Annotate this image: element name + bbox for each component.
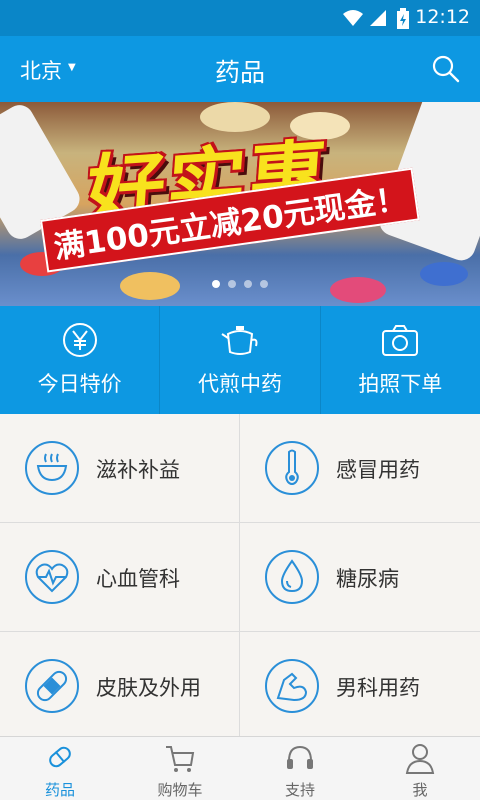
city-label: 北京 xyxy=(20,59,62,83)
category-skin-external[interactable]: 皮肤及外用 xyxy=(0,632,240,741)
quick-action-photo-order[interactable]: 拍照下单 xyxy=(321,306,480,414)
category-cold-medicine[interactable]: 感冒用药 xyxy=(240,414,480,523)
nav-item-medicine[interactable]: 药品 xyxy=(0,737,120,800)
nav-item-cart[interactable]: 购物车 xyxy=(120,737,240,800)
city-selector[interactable]: 北京 ▼ xyxy=(20,55,76,85)
category-grid: 滋补补益 感冒用药 心血管科 糖尿病 皮肤及外用 男科用药 xyxy=(0,414,480,741)
category-label: 男科用药 xyxy=(336,676,420,700)
carousel-dot[interactable] xyxy=(260,280,268,288)
category-label: 心血管科 xyxy=(96,567,180,591)
carousel-dot[interactable] xyxy=(228,280,236,288)
bandage-icon xyxy=(25,659,79,713)
category-mens-health[interactable]: 男科用药 xyxy=(240,632,480,741)
status-bar: 12:12 xyxy=(0,0,480,36)
caret-down-icon: ▼ xyxy=(68,61,76,73)
thermometer-icon xyxy=(265,441,319,495)
category-label: 皮肤及外用 xyxy=(96,676,201,700)
signal-icon xyxy=(370,10,386,26)
carousel-dot[interactable] xyxy=(244,280,252,288)
nav-item-me[interactable]: 我 xyxy=(360,737,480,800)
carousel-dot[interactable] xyxy=(212,280,220,288)
bowl-icon xyxy=(25,441,79,495)
carousel-dots xyxy=(0,280,480,288)
category-label: 滋补补益 xyxy=(96,458,180,482)
heart-pulse-icon xyxy=(25,550,79,604)
category-tonic[interactable]: 滋补补益 xyxy=(0,414,240,523)
quick-action-label: 代煎中药 xyxy=(197,372,282,396)
category-diabetes[interactable]: 糖尿病 xyxy=(240,523,480,632)
bottom-nav: 药品 购物车 支持 我 xyxy=(0,736,480,800)
nav-label: 药品 xyxy=(44,781,75,799)
quick-action-label: 今日特价 xyxy=(37,372,122,396)
clock: 12:12 xyxy=(415,6,470,28)
quick-action-herbal-decoction[interactable]: 代煎中药 xyxy=(160,306,321,414)
promo-banner[interactable]: 好实惠 满100元立减20元现金！ xyxy=(0,102,480,306)
yen-icon xyxy=(62,323,97,357)
search-icon[interactable] xyxy=(430,53,462,85)
nav-label: 购物车 xyxy=(157,781,203,799)
nav-label: 我 xyxy=(412,781,428,799)
app-header: 北京 ▼ 药品 xyxy=(0,36,480,102)
quick-actions: 今日特价 代煎中药 拍照下单 xyxy=(0,306,480,414)
nav-item-support[interactable]: 支持 xyxy=(240,737,360,800)
battery-icon xyxy=(397,8,409,29)
category-label: 糖尿病 xyxy=(336,567,399,591)
headset-icon xyxy=(287,745,313,769)
category-label: 感冒用药 xyxy=(336,458,420,482)
drop-icon xyxy=(265,550,319,604)
wifi-icon xyxy=(343,10,363,26)
nav-label: 支持 xyxy=(284,781,315,799)
muscle-icon xyxy=(265,659,319,713)
cart-icon xyxy=(166,746,195,772)
category-cardiovascular[interactable]: 心血管科 xyxy=(0,523,240,632)
camera-icon xyxy=(382,325,419,356)
herbal-pot-icon xyxy=(221,326,258,355)
user-icon xyxy=(405,744,435,774)
quick-action-label: 拍照下单 xyxy=(358,372,443,396)
capsule-icon xyxy=(49,746,71,768)
quick-action-today-deals[interactable]: 今日特价 xyxy=(0,306,161,414)
